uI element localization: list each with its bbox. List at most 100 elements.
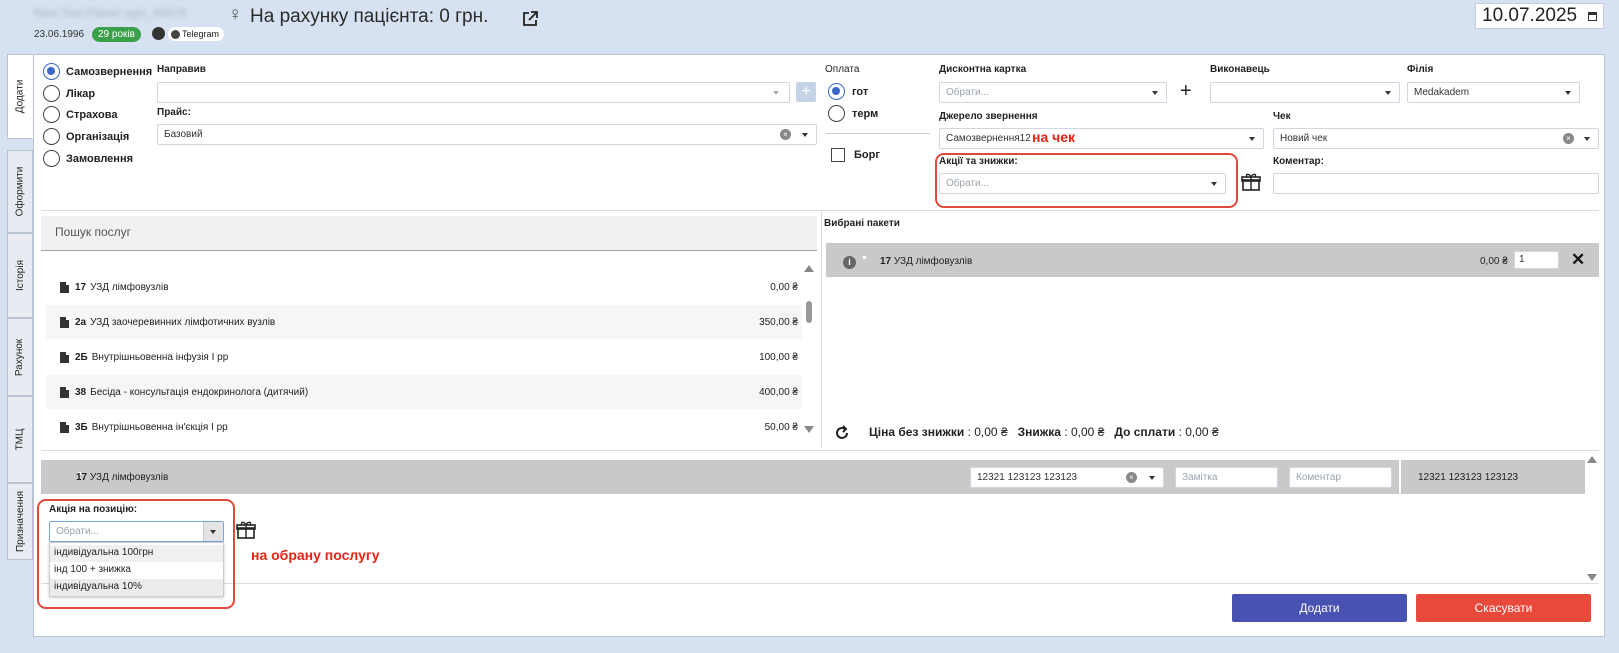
- promo-option[interactable]: індивідуальна 100грн: [50, 545, 223, 562]
- gift-icon[interactable]: [236, 521, 256, 539]
- divider: [826, 133, 930, 134]
- chevron-down-icon[interactable]: [802, 133, 808, 137]
- scroll-up-icon[interactable]: [1587, 456, 1597, 463]
- radio-label-insurance: Страхова: [66, 109, 118, 121]
- position-promo-select[interactable]: Обрати...: [49, 521, 224, 542]
- to-pay-label: До сплати: [1114, 425, 1176, 439]
- clear-icon[interactable]: ×: [780, 129, 791, 140]
- service-search-input[interactable]: Пошук послуг: [41, 216, 817, 251]
- radio-label-doctor: Лікар: [66, 88, 96, 100]
- refresh-icon[interactable]: [834, 425, 850, 441]
- discount-value: 0,00 ₴: [1071, 425, 1105, 439]
- scroll-down-icon[interactable]: [1587, 574, 1597, 581]
- radio-insurance[interactable]: [43, 106, 60, 123]
- scroll-down-icon[interactable]: [804, 426, 814, 433]
- discount-card-select[interactable]: Обрати...: [939, 82, 1167, 103]
- info-icon[interactable]: i: [843, 256, 856, 269]
- globe-icon[interactable]: [152, 27, 165, 40]
- chevron-down-icon[interactable]: [1149, 476, 1155, 480]
- date-of-birth: 23.06.1996: [34, 29, 85, 40]
- promo-option[interactable]: індивідуальна 10%: [50, 579, 223, 596]
- document-icon: [60, 316, 69, 328]
- document-icon: [60, 281, 69, 293]
- totals-line: Ціна без знижки : 0,00 ₴ Знижка : 0,00 ₴…: [869, 425, 1219, 439]
- chevron-down-icon: [1385, 91, 1391, 95]
- cancel-button[interactable]: Скасувати: [1416, 594, 1591, 622]
- radio-self-referral[interactable]: [43, 63, 60, 80]
- divider: [821, 210, 822, 448]
- clear-icon[interactable]: ×: [1563, 133, 1574, 144]
- divider: [41, 210, 1599, 211]
- chevron-down-icon: [1249, 137, 1255, 141]
- payment-label: Оплата: [825, 64, 860, 75]
- position-staff-select[interactable]: 12321 123123 123123 ×: [970, 467, 1164, 488]
- service-row[interactable]: 2а УЗД заочеревинних лімфотичних вузлів 35…: [46, 305, 802, 339]
- no-discount-value: 0,00 ₴: [974, 425, 1008, 439]
- service-row[interactable]: 3Б Внутрішньовенна ін'єкція І рр 50,00 ₴: [46, 410, 802, 444]
- debt-label: Борг: [854, 149, 880, 161]
- radio-organization[interactable]: [43, 128, 60, 145]
- no-discount-label: Ціна без знижки: [869, 425, 965, 439]
- gender-icon: ♀: [228, 4, 243, 25]
- debt-checkbox[interactable]: [831, 148, 845, 162]
- service-row[interactable]: 2Б Внутрішньовенна інфузія І рр 100,00 ₴: [46, 340, 802, 374]
- comment-input[interactable]: [1273, 173, 1599, 194]
- chevron-down-icon: [1152, 91, 1158, 95]
- telegram-badge[interactable]: Telegram: [168, 27, 225, 41]
- scroll-up-icon[interactable]: [804, 265, 814, 272]
- radio-label-order: Замовлення: [66, 153, 134, 165]
- price-select[interactable]: Базовий ×: [157, 124, 817, 145]
- add-referrer-button[interactable]: +: [796, 82, 816, 102]
- position-comment-input[interactable]: Коментар: [1289, 467, 1392, 488]
- tab-add[interactable]: Додати: [7, 54, 33, 139]
- chevron-down-icon[interactable]: [1584, 137, 1590, 141]
- clear-icon[interactable]: ×: [1126, 472, 1137, 483]
- document-icon: [60, 351, 69, 363]
- document-icon: [60, 386, 69, 398]
- discount-card-label: Дисконтна картка: [939, 64, 1027, 75]
- price-value: Базовий: [164, 129, 203, 140]
- radio-label-terminal: терм: [852, 108, 879, 120]
- tab-history[interactable]: Історія: [7, 233, 33, 318]
- external-link-icon[interactable]: [521, 10, 539, 28]
- tab-prescriptions[interactable]: Призначення: [7, 483, 33, 560]
- service-list-scrollbar[interactable]: [806, 301, 812, 323]
- referrer-select[interactable]: [157, 82, 790, 103]
- position-name: 17 УЗД лімфовузлів: [76, 472, 169, 483]
- receipt-select[interactable]: Новий чек ×: [1273, 128, 1599, 149]
- service-annotation: на обрану послугу: [251, 547, 380, 563]
- chevron-down-icon: [1565, 91, 1571, 95]
- telegram-icon: [171, 29, 180, 39]
- date-picker[interactable]: 10.07.2025: [1475, 3, 1604, 29]
- radio-doctor[interactable]: [43, 85, 60, 102]
- radio-order[interactable]: [43, 150, 60, 167]
- patient-name: New Test Planet sgm_40479: [34, 6, 187, 20]
- tab-checkout[interactable]: Оформити: [7, 150, 33, 233]
- promo-option[interactable]: інд 100 + знижка: [50, 562, 223, 579]
- branch-select[interactable]: Medakadem: [1407, 82, 1580, 103]
- remove-package-icon[interactable]: ✕: [1571, 250, 1585, 270]
- appeal-source-select[interactable]: Самозвернення12: [939, 128, 1264, 149]
- radio-label-organization: Організація: [66, 131, 130, 143]
- price-label: Прайс:: [157, 107, 191, 118]
- performer-select[interactable]: [1210, 82, 1400, 103]
- document-icon: [60, 421, 69, 433]
- add-discount-card-icon[interactable]: +: [1180, 80, 1192, 103]
- age-badge: 29 років: [92, 27, 141, 42]
- tab-invoice[interactable]: Рахунок: [7, 318, 33, 396]
- referrer-label: Направив: [157, 64, 206, 75]
- calendar-icon[interactable]: [1588, 11, 1597, 21]
- tab-inventory[interactable]: ТМЦ: [7, 396, 33, 483]
- add-button[interactable]: Додати: [1232, 594, 1407, 622]
- service-row[interactable]: 38 Бесіда - консультація ендокринолога (д…: [46, 375, 802, 409]
- radio-cash[interactable]: [828, 83, 845, 100]
- branch-value: Medakadem: [1414, 87, 1470, 98]
- promotions-select[interactable]: Обрати...: [939, 173, 1226, 194]
- position-note-input[interactable]: Замітка: [1175, 467, 1278, 488]
- divider: [41, 450, 1599, 451]
- service-row[interactable]: 17 УЗД лімфовузлів 0,00 ₴: [46, 270, 802, 304]
- package-quantity-input[interactable]: 1: [1514, 251, 1559, 269]
- promotions-label: Акції та знижки:: [939, 156, 1018, 167]
- gift-icon[interactable]: [1241, 173, 1261, 191]
- radio-terminal[interactable]: [828, 105, 845, 122]
